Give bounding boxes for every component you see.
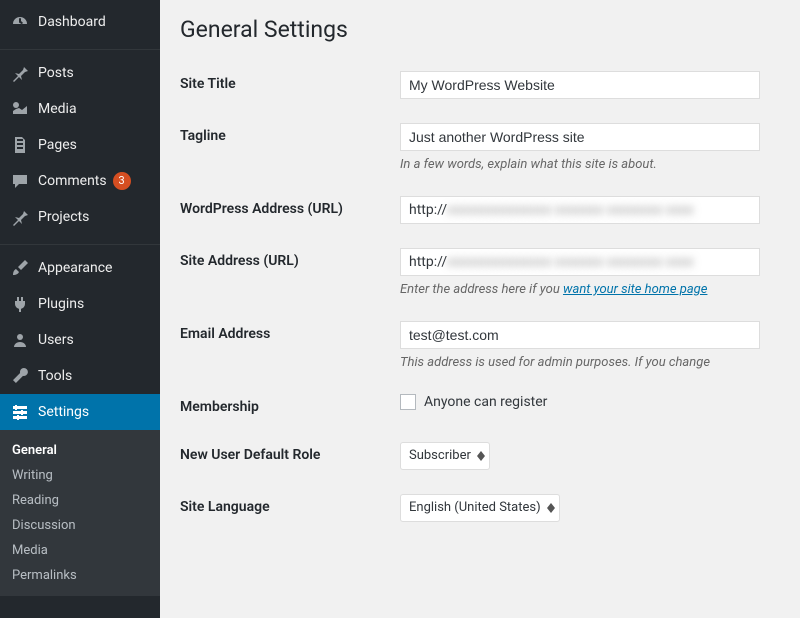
- wp-url-label: WordPress Address (URL): [180, 196, 400, 224]
- sidebar-label: Media: [38, 101, 77, 117]
- tagline-label: Tagline: [180, 123, 400, 172]
- default-role-label: New User Default Role: [180, 442, 400, 470]
- field-row-tagline: Tagline In a few words, explain what thi…: [180, 123, 800, 172]
- page-title: General Settings: [180, 16, 800, 43]
- select-arrows-icon: [477, 451, 485, 461]
- site-url-input[interactable]: http://xxxxxxxxxxxxxxx xxxxxxx xxxxxxxx …: [400, 248, 760, 276]
- sidebar-label: Users: [38, 332, 74, 348]
- sidebar-label: Comments: [38, 173, 107, 189]
- sidebar-label: Posts: [38, 65, 74, 81]
- comments-badge: 3: [113, 172, 131, 190]
- sidebar-label: Plugins: [38, 296, 84, 312]
- user-icon: [10, 330, 30, 350]
- membership-label: Membership: [180, 394, 400, 418]
- sidebar-item-settings[interactable]: Settings: [0, 394, 160, 430]
- submenu-item-reading[interactable]: Reading: [0, 488, 160, 513]
- email-input[interactable]: [400, 321, 760, 349]
- comment-icon: [10, 171, 30, 191]
- sidebar-label: Pages: [38, 137, 77, 153]
- default-role-value: Subscriber: [409, 448, 471, 463]
- sidebar-item-appearance[interactable]: Appearance: [0, 250, 160, 286]
- site-title-label: Site Title: [180, 71, 400, 99]
- sidebar-item-comments[interactable]: Comments 3: [0, 163, 160, 199]
- sidebar-item-users[interactable]: Users: [0, 322, 160, 358]
- default-role-select[interactable]: Subscriber: [400, 442, 490, 470]
- site-home-page-link[interactable]: want your site home page: [563, 282, 707, 297]
- brush-icon: [10, 258, 30, 278]
- submenu-item-writing[interactable]: Writing: [0, 463, 160, 488]
- sidebar-item-tools[interactable]: Tools: [0, 358, 160, 394]
- field-row-default-role: New User Default Role Subscriber: [180, 442, 800, 470]
- submenu-item-general[interactable]: General: [0, 438, 160, 463]
- field-row-membership: Membership Anyone can register: [180, 394, 800, 418]
- sidebar-label: Projects: [38, 209, 89, 225]
- field-row-email: Email Address This address is used for a…: [180, 321, 800, 370]
- field-row-language: Site Language English (United States): [180, 494, 800, 522]
- sidebar-item-pages[interactable]: Pages: [0, 127, 160, 163]
- site-title-input[interactable]: [400, 71, 760, 99]
- email-label: Email Address: [180, 321, 400, 370]
- sidebar-item-posts[interactable]: Posts: [0, 55, 160, 91]
- select-arrows-icon: [547, 503, 555, 513]
- membership-checkbox-label: Anyone can register: [424, 394, 547, 410]
- menu-separator: [0, 45, 160, 50]
- submenu-item-discussion[interactable]: Discussion: [0, 513, 160, 538]
- email-description: This address is used for admin purposes.…: [400, 355, 800, 370]
- pages-icon: [10, 135, 30, 155]
- wp-url-input[interactable]: http://xxxxxxxxxxxxxxx xxxxxxx xxxxxxxx …: [400, 196, 760, 224]
- tagline-input[interactable]: [400, 123, 760, 151]
- tagline-description: In a few words, explain what this site i…: [400, 157, 800, 172]
- language-select[interactable]: English (United States): [400, 494, 560, 522]
- language-label: Site Language: [180, 494, 400, 522]
- wrench-icon: [10, 366, 30, 386]
- pin-icon: [10, 63, 30, 83]
- dashboard-icon: [10, 12, 30, 32]
- site-url-label: Site Address (URL): [180, 248, 400, 297]
- sidebar-item-projects[interactable]: Projects: [0, 199, 160, 235]
- submenu-item-media[interactable]: Media: [0, 538, 160, 563]
- plug-icon: [10, 294, 30, 314]
- sidebar-item-media[interactable]: Media: [0, 91, 160, 127]
- membership-checkbox[interactable]: [400, 394, 416, 410]
- settings-submenu: General Writing Reading Discussion Media…: [0, 430, 160, 596]
- sidebar-label: Tools: [38, 368, 72, 384]
- media-icon: [10, 99, 30, 119]
- field-row-site-url: Site Address (URL) http://xxxxxxxxxxxxxx…: [180, 248, 800, 297]
- sidebar-label: Settings: [38, 404, 89, 420]
- site-url-description: Enter the address here if you want your …: [400, 282, 800, 297]
- menu-separator: [0, 240, 160, 245]
- admin-sidebar: Dashboard Posts Media Pages Comments 3 P…: [0, 0, 160, 618]
- sidebar-label: Dashboard: [38, 14, 106, 30]
- field-row-site-title: Site Title: [180, 71, 800, 99]
- sidebar-item-plugins[interactable]: Plugins: [0, 286, 160, 322]
- language-value: English (United States): [409, 500, 541, 515]
- sidebar-item-dashboard[interactable]: Dashboard: [0, 4, 160, 40]
- settings-content: General Settings Site Title Tagline In a…: [160, 0, 800, 618]
- sidebar-label: Appearance: [38, 260, 112, 276]
- field-row-wp-url: WordPress Address (URL) http://xxxxxxxxx…: [180, 196, 800, 224]
- settings-icon: [10, 402, 30, 422]
- pin-icon: [10, 207, 30, 227]
- submenu-item-permalinks[interactable]: Permalinks: [0, 563, 160, 588]
